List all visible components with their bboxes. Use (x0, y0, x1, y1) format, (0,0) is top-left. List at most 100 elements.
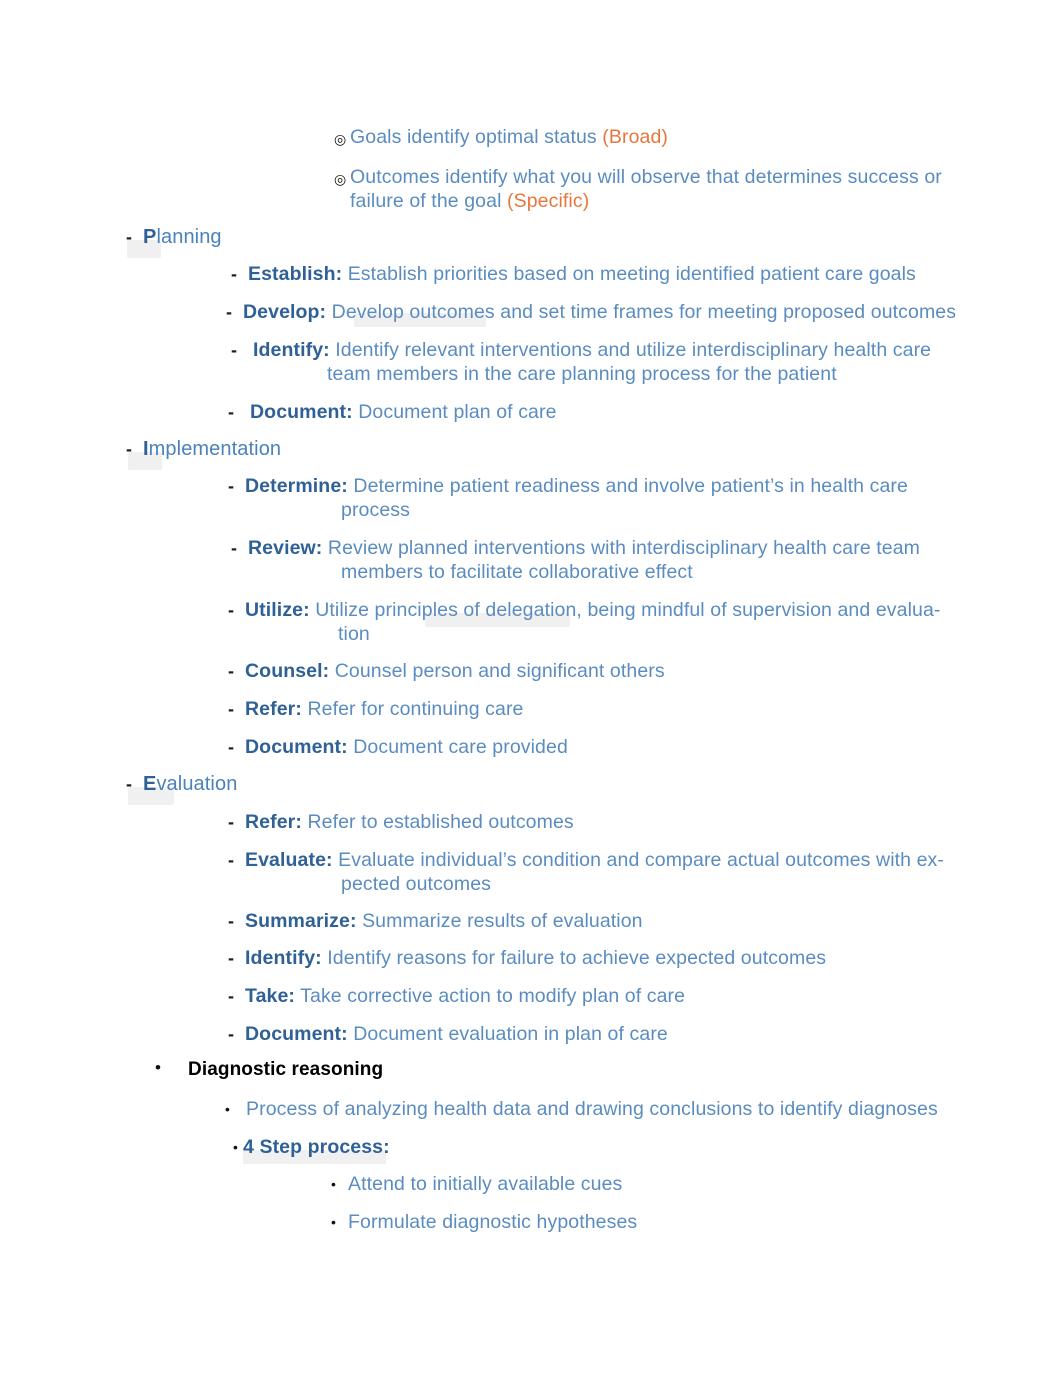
list-item-diagnostic-description: • Process of analyzing health data and d… (225, 1097, 985, 1121)
bullseye-icon: ◎ (334, 131, 347, 147)
list-item-evaluation-take: - Take: Take corrective action to modify… (228, 984, 928, 1008)
dash-icon: - (228, 948, 235, 968)
document-page: ◎ Goals identify optimal status (Broad) … (0, 0, 1062, 1376)
section-heading-planning: - Planning (126, 225, 526, 249)
section-heading-evaluation: - Evaluation (126, 772, 526, 796)
list-item-evaluation-identify: - Identify: Identify reasons for failure… (228, 946, 988, 970)
implementation-heading-rest: mplementation (148, 438, 282, 460)
list-item-planning-document: - Document: Document plan of care (228, 400, 928, 424)
item-label: Identify: (253, 339, 330, 361)
item-text-cont: tion (338, 623, 370, 645)
list-item-evaluation-document: - Document: Document evaluation in plan … (228, 1022, 928, 1046)
evaluation-heading-rest: valuation (156, 773, 238, 795)
item-text: Identify relevant interventions and util… (329, 339, 932, 361)
outcomes-accent: (Specific) (507, 190, 590, 212)
item-label: Summarize: (245, 910, 357, 932)
planning-heading-rest: lanning (156, 226, 222, 248)
item-label: Evaluate: (245, 849, 333, 871)
item-text: Utilize principles of delegation, being … (309, 599, 941, 621)
dash-icon: - (126, 774, 133, 794)
item-label: Counsel: (245, 660, 330, 682)
item-text: Evaluate individual’s condition and comp… (332, 849, 944, 871)
item-label: Determine: (245, 475, 348, 497)
dash-icon: - (228, 402, 235, 422)
bullet-icon: • (233, 1139, 239, 1155)
goals-accent: (Broad) (602, 126, 669, 148)
item-text: Refer for continuing care (301, 698, 524, 720)
item-label: Establish: (248, 263, 343, 285)
list-item-outcomes: ◎ Outcomes identify what you will observ… (334, 165, 994, 213)
list-item-planning-establish: - Establish: Establish priorities based … (231, 262, 991, 286)
list-item-step-1: • Attend to initially available cues (331, 1172, 831, 1196)
list-item-implementation-review: - Review: Review planned interventions w… (231, 536, 991, 584)
list-item-planning-identify: - Identify: Identify relevant interventi… (231, 338, 991, 386)
item-text: Identify reasons for failure to achieve … (321, 947, 827, 969)
item-text: Summarize results of evaluation (356, 910, 643, 932)
dash-icon: - (228, 661, 235, 681)
item-label: Develop: (243, 301, 327, 323)
dash-icon: - (228, 911, 235, 931)
section-heading-diagnostic-reasoning: • Diagnostic reasoning (155, 1058, 655, 1082)
bullet-icon: • (331, 1176, 337, 1192)
section-heading-implementation: - Implementation (126, 437, 526, 461)
list-item-goals: ◎ Goals identify optimal status (Broad) (334, 125, 974, 149)
bullet-icon: • (331, 1214, 337, 1230)
dash-icon: - (231, 264, 238, 284)
item-text: Refer to established outcomes (301, 811, 574, 833)
list-item-evaluation-summarize: - Summarize: Summarize results of evalua… (228, 909, 928, 933)
item-label: Review: (248, 537, 323, 559)
list-item-implementation-utilize: - Utilize: Utilize principles of delegat… (228, 598, 1008, 646)
dash-icon: - (228, 1024, 235, 1044)
item-text: Document plan of care (352, 401, 557, 423)
item-text-cont: process (341, 499, 410, 521)
list-item-4-step-process: • 4 Step process: (233, 1135, 733, 1159)
dash-icon: - (228, 850, 235, 870)
item-label: Document: (245, 736, 348, 758)
diagnostic-reasoning-heading: Diagnostic reasoning (188, 1059, 384, 1080)
list-item-evaluation-evaluate: - Evaluate: Evaluate individual’s condit… (228, 848, 1018, 896)
bullet-icon: • (155, 1058, 162, 1077)
list-item-evaluation-refer: - Refer: Refer to established outcomes (228, 810, 928, 834)
bullseye-icon: ◎ (334, 171, 347, 187)
outcomes-line1: Outcomes identify what you will observe … (350, 166, 942, 188)
item-label: Document: (250, 401, 353, 423)
item-label: Utilize: (245, 599, 310, 621)
dash-icon: - (126, 439, 133, 459)
dash-icon: - (126, 227, 133, 247)
item-text-cont: team members in the care planning proces… (327, 363, 837, 385)
item-text-cont: pected outcomes (341, 873, 492, 895)
item-text: Review planned interventions with interd… (322, 537, 921, 559)
dash-icon: - (228, 812, 235, 832)
step-text: Attend to initially available cues (348, 1173, 623, 1195)
list-item-implementation-counsel: - Counsel: Counsel person and significan… (228, 659, 928, 683)
dash-icon: - (231, 340, 238, 360)
list-item-implementation-refer: - Refer: Refer for continuing care (228, 697, 928, 721)
list-item-implementation-document: - Document: Document care provided (228, 735, 928, 759)
bullet-icon: • (225, 1101, 231, 1117)
goals-text: Goals identify optimal status (350, 126, 603, 148)
diagnostic-description: Process of analyzing health data and dra… (246, 1098, 938, 1120)
item-text: Establish priorities based on meeting id… (342, 263, 916, 285)
dash-icon: - (228, 699, 235, 719)
list-item-step-2: • Formulate diagnostic hypotheses (331, 1210, 831, 1234)
dash-icon: - (226, 302, 233, 322)
dash-icon: - (228, 986, 235, 1006)
item-label: Identify: (245, 947, 322, 969)
item-text-cont: members to facilitate collaborative effe… (341, 561, 693, 583)
item-label: Take: (245, 985, 295, 1007)
item-label: Refer: (245, 698, 302, 720)
dash-icon: - (231, 538, 238, 558)
item-text: Document care provided (347, 736, 568, 758)
item-label: Refer: (245, 811, 302, 833)
item-text: Document evaluation in plan of care (347, 1023, 668, 1045)
item-text: Determine patient readiness and involve … (347, 475, 908, 497)
planning-initial: P (143, 226, 157, 248)
outcomes-line2: failure of the goal (350, 190, 508, 212)
item-text: Develop outcomes and set time frames for… (326, 301, 957, 323)
dash-icon: - (228, 476, 235, 496)
evaluation-initial: E (143, 773, 157, 795)
list-item-planning-develop: - Develop: Develop outcomes and set time… (226, 300, 1016, 324)
list-item-implementation-determine: - Determine: Determine patient readiness… (228, 474, 988, 522)
item-text: Counsel person and significant others (329, 660, 665, 682)
item-label: Document: (245, 1023, 348, 1045)
